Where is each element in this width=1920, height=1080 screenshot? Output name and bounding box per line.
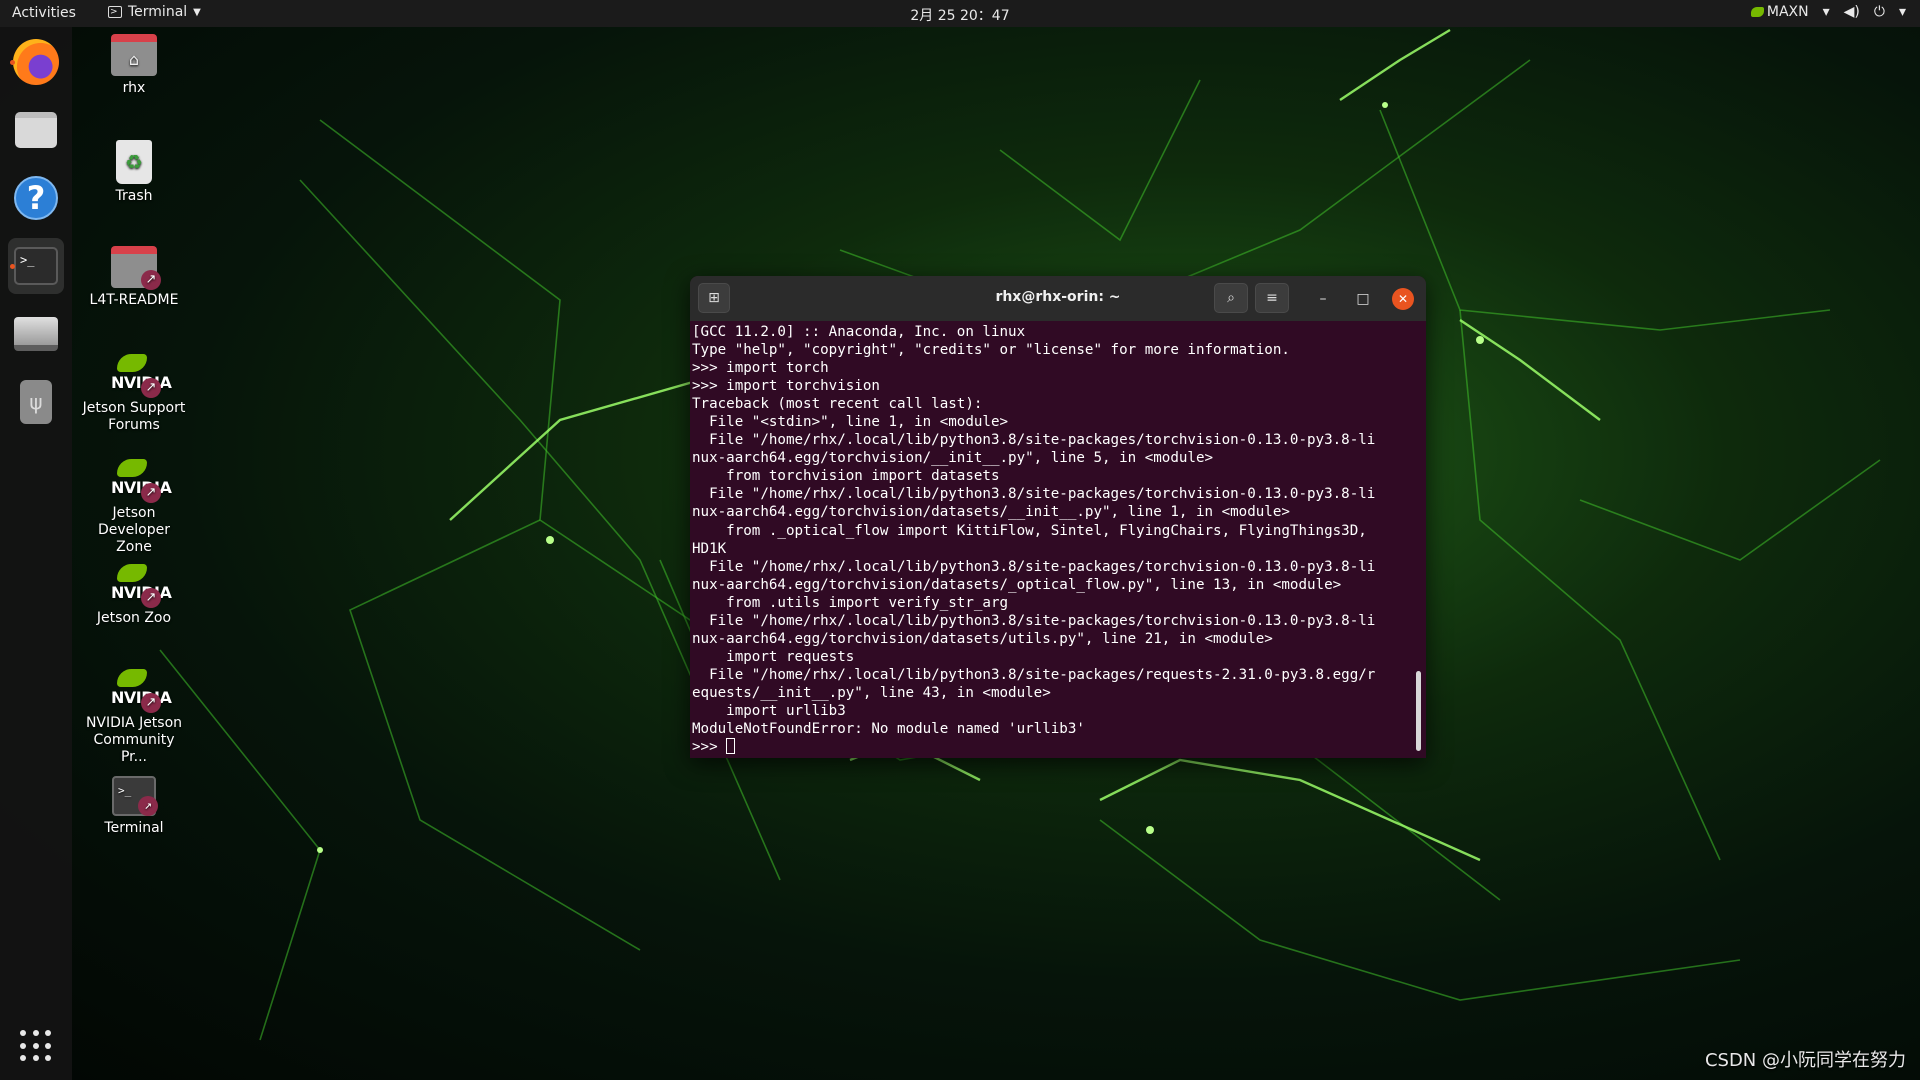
desktop-icon-jetson-support-forums[interactable]: NVIDIA↗ Jetson Support Forums (79, 352, 189, 434)
folder-link-icon: ↗ (111, 246, 161, 290)
nvidia-link-icon: NVIDIA↗ (111, 457, 172, 503)
dock-item-drive[interactable] (8, 306, 64, 362)
usb-icon: ψ (20, 380, 52, 424)
terminal-line: [GCC 11.2.0] :: Anaconda, Inc. on linux (692, 324, 1026, 340)
maximize-button[interactable]: □ (1352, 288, 1374, 310)
terminal-prompt: >>> (692, 739, 727, 756)
dock-item-firefox[interactable] (8, 34, 64, 90)
terminal-link-icon: >_ ↗ (112, 776, 158, 816)
text-cursor (726, 738, 736, 755)
minimize-icon: – (1319, 291, 1327, 307)
terminal-line: Type "help", "copyright", "credits" or "… (692, 342, 1290, 359)
nvidia-link-icon: NVIDIA↗ (111, 562, 172, 608)
terminal-line: equests/__init__.py", line 43, in <modul… (692, 684, 1051, 701)
terminal-output[interactable]: [GCC 11.2.0] :: Anaconda, Inc. on linuxT… (690, 321, 1426, 756)
menu-button[interactable]: ≡ (1255, 283, 1289, 313)
terminal-line: File "/home/rhx/.local/lib/python3.8/sit… (692, 558, 1376, 575)
desktop-icon-nvidia-jetson-community[interactable]: NVIDIA↗ NVIDIA Jetson Community Pr... (79, 667, 189, 766)
nvidia-link-icon: NVIDIA↗ (111, 667, 172, 713)
terminal-line: File "/home/rhx/.local/lib/python3.8/sit… (692, 666, 1376, 683)
running-indicator (10, 264, 15, 269)
power-mode-label: MAXN (1766, 4, 1809, 20)
desktop-icon-label: Jetson Support Forums (82, 400, 186, 433)
terminal-line: File "/home/rhx/.local/lib/python3.8/sit… (692, 432, 1376, 449)
desktop-icon-label: NVIDIA Jetson Community Pr... (85, 715, 183, 765)
terminal-line: >>> import torchvision (692, 378, 880, 395)
terminal-line: Traceback (most recent call last): (692, 396, 983, 413)
link-arrow-icon: ↗ (138, 796, 158, 816)
desktop-icon-trash[interactable]: ♻ Trash (79, 140, 189, 205)
terminal-line: ModuleNotFoundError: No module named 'ur… (692, 721, 1085, 738)
desktop-icon-label: rhx (122, 80, 146, 96)
drive-icon (14, 317, 58, 351)
home-folder-icon: ⌂ (111, 34, 157, 76)
terminal-window[interactable]: ⊞ rhx@rhx-orin: ~ ⌕ ≡ – □ ✕ [GCC 11.2.0]… (690, 276, 1426, 758)
desktop-icon-label: Jetson Zoo (96, 610, 172, 626)
terminal-line: nux-aarch64.egg/torchvision/datasets/uti… (692, 630, 1273, 647)
terminal-line: File "<stdin>", line 1, in <module> (692, 414, 1009, 431)
clock[interactable]: 2月 25 20：47 (0, 5, 1920, 25)
search-icon: ⌕ (1227, 290, 1235, 306)
power-mode-indicator[interactable]: MAXN (1750, 4, 1809, 20)
terminal-line: nux-aarch64.egg/torchvision/datasets/__i… (692, 504, 1290, 521)
firefox-icon (13, 39, 59, 85)
desktop-icon-label: L4T-README (89, 292, 179, 308)
help-icon: ? (14, 176, 58, 220)
window-titlebar[interactable]: ⊞ rhx@rhx-orin: ~ ⌕ ≡ – □ ✕ (690, 276, 1426, 321)
files-icon (15, 112, 57, 148)
desktop-icon-jetson-developer-zone[interactable]: NVIDIA↗ Jetson Developer Zone (79, 457, 189, 556)
close-button[interactable]: ✕ (1392, 288, 1414, 310)
running-indicator (10, 60, 15, 65)
watermark: CSDN @小阮同学在努力 (1704, 1050, 1906, 1071)
terminal-icon: >_ (14, 247, 58, 285)
terminal-line: HD1K (692, 540, 727, 557)
terminal-line: File "/home/rhx/.local/lib/python3.8/sit… (692, 612, 1376, 629)
desktop-icon-label: Terminal (104, 820, 164, 836)
hamburger-menu-icon: ≡ (1266, 290, 1278, 306)
desktop-icon-home[interactable]: ⌂ rhx (79, 34, 189, 97)
terminal-line: import requests (692, 648, 855, 665)
dock-item-help[interactable]: ? (8, 170, 64, 226)
terminal-prompt-line: >>> (692, 738, 1426, 756)
close-icon: ✕ (1397, 292, 1409, 306)
minimize-button[interactable]: – (1312, 288, 1334, 310)
show-apps-button[interactable] (20, 1030, 52, 1062)
dock-item-files[interactable] (8, 102, 64, 158)
terminal-line: from torchvision import datasets (692, 468, 1000, 485)
dock: ? >_ ψ (0, 27, 72, 1080)
chevron-down-icon[interactable]: ▾ (1899, 4, 1906, 20)
desktop-icon-jetson-zoo[interactable]: NVIDIA↗ Jetson Zoo (79, 562, 189, 627)
search-button[interactable]: ⌕ (1214, 283, 1248, 313)
maximize-icon: □ (1356, 291, 1370, 307)
desktop-icon-l4t-readme[interactable]: ↗ L4T-README (79, 246, 189, 309)
top-bar: Activities > Terminal ▼ 2月 25 20：47 MAXN… (0, 0, 1920, 27)
dock-item-usb[interactable]: ψ (8, 374, 64, 430)
power-icon[interactable]: ⏻ (1874, 4, 1885, 20)
wifi-icon[interactable]: ▾ (1823, 4, 1830, 20)
nvidia-link-icon: NVIDIA↗ (111, 352, 172, 398)
scrollbar[interactable] (1416, 671, 1421, 751)
link-arrow-icon: ↗ (141, 270, 161, 290)
desktop-icon-label: Jetson Developer Zone (97, 505, 170, 555)
desktop-icon-label: Trash (115, 188, 153, 204)
terminal-line: >>> import torch (692, 360, 829, 377)
nvidia-icon (1750, 7, 1764, 17)
terminal-line: from ._optical_flow import KittiFlow, Si… (692, 522, 1367, 539)
volume-icon[interactable]: ◀) (1844, 4, 1860, 20)
terminal-line: nux-aarch64.egg/torchvision/datasets/_op… (692, 576, 1342, 593)
trash-icon: ♻ (116, 140, 152, 184)
terminal-line: File "/home/rhx/.local/lib/python3.8/sit… (692, 486, 1376, 503)
terminal-line: import urllib3 (692, 702, 846, 719)
dock-item-terminal[interactable]: >_ (8, 238, 64, 294)
terminal-line: from .utils import verify_str_arg (692, 594, 1009, 611)
terminal-line: nux-aarch64.egg/torchvision/__init__.py"… (692, 450, 1214, 467)
desktop-icon-terminal[interactable]: >_ ↗ Terminal (79, 776, 189, 837)
